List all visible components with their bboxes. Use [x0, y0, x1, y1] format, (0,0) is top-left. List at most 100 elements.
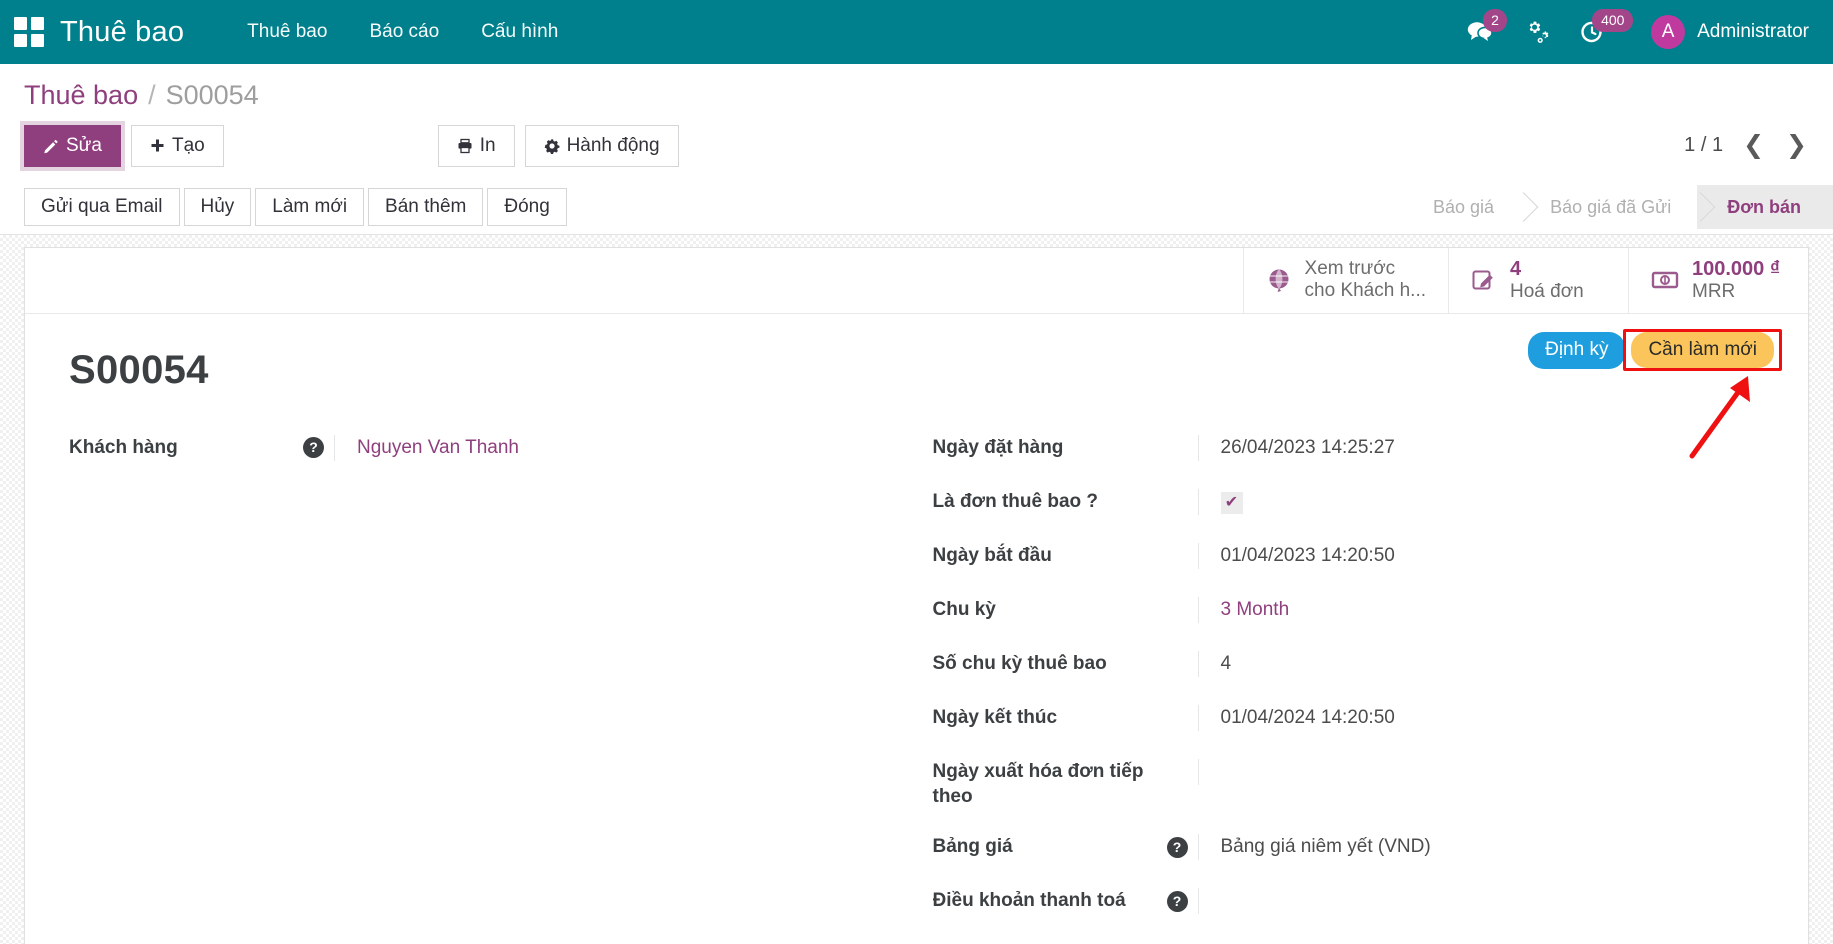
apps-grid-cell: [14, 17, 27, 30]
help-icon[interactable]: ?: [303, 437, 324, 458]
messages-icon[interactable]: 2: [1467, 12, 1493, 52]
field-label: Chu kỳ: [933, 597, 1198, 623]
pager-next-icon[interactable]: ❯: [1784, 133, 1809, 158]
stat-line-1: Xem trước: [1305, 258, 1426, 281]
form-column-left: Khách hàng ? Nguyen Van Thanh: [69, 435, 917, 942]
money-bill-icon: [1651, 267, 1679, 293]
field-label-text: Chu kỳ: [933, 597, 1188, 623]
field-label-text: Ngày bắt đầu: [933, 543, 1188, 569]
help-icon[interactable]: ?: [1167, 837, 1188, 858]
record-sheet: Xem trước cho Khách h... 4 Hoá đơn: [24, 247, 1809, 944]
upsell-button[interactable]: Bán thêm: [368, 188, 483, 226]
messages-badge-count: 2: [1483, 9, 1507, 32]
stage-quotation[interactable]: Báo giá: [1403, 185, 1520, 229]
field-value-subscription-count: 4: [1198, 651, 1765, 677]
workflow-buttons: Gửi qua Email Hủy Làm mới Bán thêm Đóng: [24, 188, 567, 226]
checkbox-is-subscription[interactable]: ✔: [1221, 492, 1243, 514]
activities-clock-icon[interactable]: 400: [1579, 12, 1605, 52]
field-value-recurrence[interactable]: 3 Month: [1198, 597, 1765, 623]
stat-line-1: 100.000 ₫: [1692, 257, 1780, 281]
app-brand-title[interactable]: Thuê bao: [60, 16, 184, 49]
breadcrumb-root[interactable]: Thuê bao: [24, 80, 138, 111]
field-value-customer[interactable]: Nguyen Van Thanh: [334, 435, 917, 461]
stat-line-2: cho Khách h...: [1305, 280, 1426, 303]
primary-button-group: Sửa Tạo: [24, 125, 224, 167]
field-label-text: Khách hàng: [69, 435, 295, 461]
statusbar-stages: Báo giá Báo giá đã Gửi Đơn bán: [1403, 185, 1833, 229]
status-badge-recurring[interactable]: Định kỳ: [1528, 332, 1625, 369]
settings-gears-icon[interactable]: [1523, 12, 1549, 52]
field-label-text: Số chu kỳ thuê bao: [933, 651, 1188, 677]
apps-grid-icon[interactable]: [14, 17, 44, 47]
record-toolbar: Sửa Tạo In: [24, 117, 1809, 181]
field-label-text: Bảng giá: [933, 834, 1159, 860]
print-button-label: In: [480, 135, 496, 157]
field-row-pricelist: Bảng giá ? Bảng giá niêm yết (VND): [933, 834, 1765, 864]
form-column-right: Ngày đặt hàng 26/04/2023 14:25:27 Là đơn…: [917, 435, 1765, 942]
menu-item-configuration[interactable]: Cấu hình: [460, 21, 579, 43]
stat-button-invoices[interactable]: 4 Hoá đơn: [1448, 248, 1628, 313]
breadcrumb-separator: /: [148, 80, 156, 111]
pager-previous-icon[interactable]: ❮: [1741, 133, 1766, 158]
top-navbar: Thuê bao Thuê bao Báo cáo Cấu hình 2: [0, 0, 1833, 64]
pencil-icon: [43, 138, 59, 154]
invoice-pencil-icon: [1471, 267, 1497, 293]
field-label: Số chu kỳ thuê bao: [933, 651, 1198, 677]
create-button[interactable]: Tạo: [131, 125, 224, 167]
edit-button[interactable]: Sửa: [24, 125, 121, 167]
pager: 1 / 1 ❮ ❯: [1684, 133, 1809, 158]
form-grid: Khách hàng ? Nguyen Van Thanh Ngày đặt h…: [25, 393, 1808, 942]
status-badge-to-renew[interactable]: Cần làm mới: [1631, 332, 1774, 368]
menu-item-reports[interactable]: Báo cáo: [348, 21, 460, 43]
stat-button-text: 4 Hoá đơn: [1510, 257, 1584, 304]
field-label: Ngày đặt hàng: [933, 435, 1198, 461]
field-row-next-invoice-date: Ngày xuất hóa đơn tiếp theo: [933, 759, 1765, 810]
field-label-text: Là đơn thuê bao ?: [933, 489, 1188, 515]
help-icon[interactable]: ?: [1167, 891, 1188, 912]
breadcrumb-current: S00054: [166, 80, 259, 111]
stage-quotation-sent[interactable]: Báo giá đã Gửi: [1520, 185, 1697, 229]
field-row-order-date: Ngày đặt hàng 26/04/2023 14:25:27: [933, 435, 1765, 465]
user-name: Administrator: [1697, 21, 1809, 43]
create-button-label: Tạo: [172, 135, 205, 157]
renew-button[interactable]: Làm mới: [255, 188, 364, 226]
stat-line-1: 4: [1510, 257, 1584, 281]
field-row-end-date: Ngày kết thúc 01/04/2024 14:20:50: [933, 705, 1765, 735]
apps-grid-cell: [31, 17, 44, 30]
edit-button-label: Sửa: [66, 135, 102, 157]
apps-grid-cell: [14, 34, 27, 47]
field-value-pricelist[interactable]: Bảng giá niêm yết (VND): [1198, 834, 1765, 860]
avatar: A: [1651, 15, 1685, 49]
user-menu[interactable]: A Administrator: [1651, 15, 1809, 49]
field-value-start-date: 01/04/2023 14:20:50: [1198, 543, 1765, 569]
field-label-text: Điều khoản thanh toá: [933, 888, 1159, 914]
field-label: Bảng giá ?: [933, 834, 1198, 860]
apps-grid-cell: [31, 34, 44, 47]
print-button[interactable]: In: [438, 125, 515, 167]
close-button[interactable]: Đóng: [487, 188, 566, 226]
activities-badge-count: 400: [1592, 9, 1633, 32]
field-label: Là đơn thuê bao ?: [933, 489, 1198, 515]
pager-counter: 1 / 1: [1684, 134, 1723, 157]
secondary-button-group: In Hành động: [438, 125, 679, 167]
action-button[interactable]: Hành động: [525, 125, 679, 167]
breadcrumb: Thuê bao / S00054: [24, 64, 1809, 117]
field-label: Khách hàng ?: [69, 435, 334, 461]
field-label-text: Ngày kết thúc: [933, 705, 1188, 731]
control-panel: Thuê bao / S00054 Sửa Tạo: [0, 64, 1833, 181]
menu-item-subscriptions[interactable]: Thuê bao: [226, 21, 348, 43]
stat-button-customer-preview[interactable]: Xem trước cho Khách h...: [1243, 248, 1448, 313]
stat-button-bar: Xem trước cho Khách h... 4 Hoá đơn: [25, 248, 1808, 314]
cancel-button[interactable]: Hủy: [184, 188, 252, 226]
field-value-end-date: 01/04/2024 14:20:50: [1198, 705, 1765, 731]
stage-sales-order[interactable]: Đơn bán: [1697, 185, 1833, 229]
stat-button-mrr[interactable]: 100.000 ₫ MRR: [1628, 248, 1808, 313]
field-row-start-date: Ngày bắt đầu 01/04/2023 14:20:50: [933, 543, 1765, 573]
annotated-badge-wrapper: Cần làm mới: [1631, 339, 1774, 361]
field-label: Ngày xuất hóa đơn tiếp theo: [933, 759, 1198, 810]
stat-button-text: 100.000 ₫ MRR: [1692, 257, 1780, 304]
field-value-payment-terms[interactable]: [1198, 888, 1765, 914]
send-by-email-button[interactable]: Gửi qua Email: [24, 188, 180, 226]
field-value-next-invoice-date: [1198, 759, 1765, 785]
field-label: Ngày kết thúc: [933, 705, 1198, 731]
